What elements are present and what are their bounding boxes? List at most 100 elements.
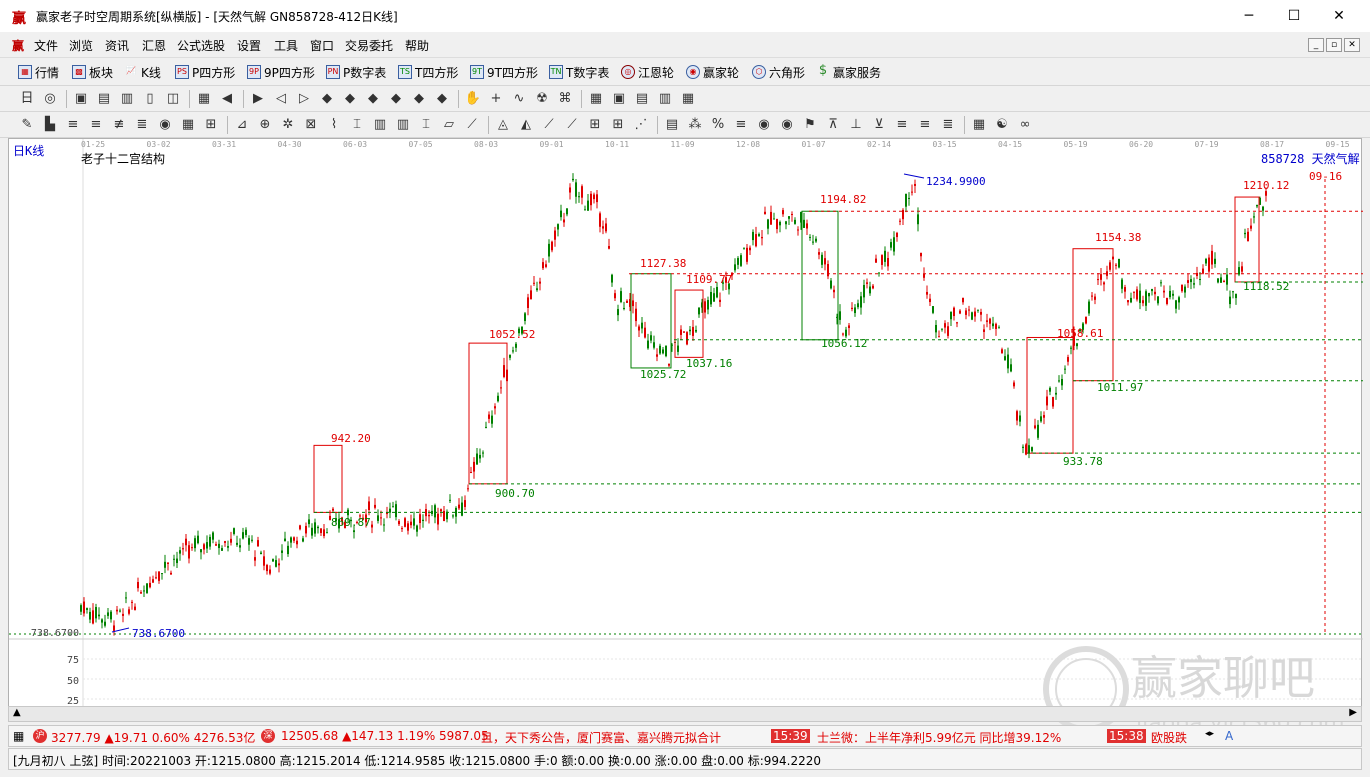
nav-tool-14-icon[interactable]: ◆ [364, 90, 382, 108]
draw-tool-2-icon[interactable]: ≡ [64, 116, 82, 134]
close-button[interactable]: ✕ [1316, 4, 1362, 28]
nav-tool-9-icon[interactable]: ▶ [249, 90, 267, 108]
nav-tool-7-icon[interactable]: ▦ [195, 90, 213, 108]
sector-button[interactable]: ▩ 板块 [72, 63, 113, 81]
nav-tool-18-icon[interactable]: ✋ [464, 90, 482, 108]
draw-tool-30-icon[interactable]: ≡ [732, 116, 750, 134]
t-square-button[interactable]: TS T四方形 [398, 63, 458, 81]
draw-tool-28-icon[interactable]: ⁂ [686, 116, 704, 134]
nav-tool-21-icon[interactable]: ☢ [533, 90, 551, 108]
draw-tool-38-icon[interactable]: ≡ [916, 116, 934, 134]
nav-tool-10-icon[interactable]: ◁ [272, 90, 290, 108]
nav-tool-23-icon[interactable]: ▦ [587, 90, 605, 108]
draw-tool-5-icon[interactable]: ≣ [133, 116, 151, 134]
p-square-button[interactable]: PS P四方形 [175, 63, 235, 81]
sz-index-quote[interactable]: 12505.68 ▲147.13 1.19% 5987.05 [281, 729, 489, 743]
draw-tool-17-icon[interactable]: ⌶ [417, 116, 435, 134]
nav-tool-6-icon[interactable]: ◫ [164, 90, 182, 108]
draw-tool-6-icon[interactable]: ◉ [156, 116, 174, 134]
draw-tool-18-icon[interactable]: ▱ [440, 116, 458, 134]
mdi-minimize-button[interactable]: _ [1308, 38, 1324, 52]
menu-window[interactable]: 窗口 [310, 37, 334, 54]
nav-tool-8-icon[interactable]: ◀ [218, 90, 236, 108]
draw-tool-13-icon[interactable]: ⌇ [325, 116, 343, 134]
draw-tool-24-icon[interactable]: ⊞ [586, 116, 604, 134]
draw-tool-34-icon[interactable]: ⊼ [824, 116, 842, 134]
draw-tool-27-icon[interactable]: ▤ [663, 116, 681, 134]
nav-tool-2-icon[interactable]: ▣ [72, 90, 90, 108]
9t-square-button[interactable]: 9T 9T四方形 [470, 63, 538, 81]
draw-tool-16-icon[interactable]: ▥ [394, 116, 412, 134]
nav-tool-17-icon[interactable]: ◆ [433, 90, 451, 108]
menu-file[interactable]: 文件 [34, 37, 58, 54]
nav-tool-27-icon[interactable]: ▦ [679, 90, 697, 108]
nav-tool-1-icon[interactable]: ◎ [41, 90, 59, 108]
draw-tool-19-icon[interactable]: ⟋ [463, 116, 481, 134]
news-ticker-2[interactable]: 士兰微：上半年净利5.99亿元 同比增39.12% [817, 729, 1061, 746]
draw-tool-7-icon[interactable]: ▦ [179, 116, 197, 134]
mdi-restore-button[interactable]: ▫ [1326, 38, 1342, 52]
quote-button[interactable]: ▦ 行情 [18, 63, 59, 81]
draw-tool-41-icon[interactable]: ☯ [993, 116, 1011, 134]
draw-tool-1-icon[interactable]: ▙ [41, 116, 59, 134]
nav-tool-15-icon[interactable]: ◆ [387, 90, 405, 108]
kline-chart[interactable]: 01-25 03-02 03-31 04-30 06-03 07-05 08-03 09-01… [9, 139, 1363, 707]
menu-formula[interactable]: 公式选股 [177, 37, 225, 54]
draw-tool-40-icon[interactable]: ▦ [970, 116, 988, 134]
menu-trade[interactable]: 交易委托 [345, 37, 393, 54]
scroll-right-arrow-icon[interactable]: ▶ [1349, 707, 1357, 718]
draw-tool-15-icon[interactable]: ▥ [371, 116, 389, 134]
draw-tool-4-icon[interactable]: ≢ [110, 116, 128, 134]
draw-tool-9-icon[interactable]: ⊿ [233, 116, 251, 134]
kline-chart-panel[interactable]: 01-25 03-02 03-31 04-30 06-03 07-05 08-03 09-01… [8, 138, 1363, 736]
draw-tool-39-icon[interactable]: ≣ [939, 116, 957, 134]
draw-tool-3-icon[interactable]: ≡ [87, 116, 105, 134]
draw-tool-42-icon[interactable]: ∞ [1016, 116, 1034, 134]
scroll-up-down-icon[interactable]: ◂▸ [1205, 729, 1214, 739]
menu-app-icon[interactable]: 赢 [12, 37, 24, 54]
nav-tool-5-icon[interactable]: ▯ [141, 90, 159, 108]
nav-tool-26-icon[interactable]: ▥ [656, 90, 674, 108]
menu-browse[interactable]: 浏览 [69, 37, 93, 54]
menu-settings[interactable]: 设置 [237, 37, 261, 54]
gann-wheel-button[interactable]: ◎ 江恩轮 [621, 63, 674, 81]
draw-tool-35-icon[interactable]: ⊥ [847, 116, 865, 134]
draw-tool-31-icon[interactable]: ◉ [755, 116, 773, 134]
sh-index-quote[interactable]: 3277.79 ▲19.71 0.60% 4276.53亿 [51, 729, 255, 746]
grid-menu-icon[interactable]: ▦ [13, 729, 24, 743]
draw-tool-36-icon[interactable]: ⊻ [870, 116, 888, 134]
news-ticker-1[interactable]: 且，天下秀公告，厦门赛富、嘉兴腾元拟合计 [481, 729, 721, 746]
9p-square-button[interactable]: 9P 9P四方形 [247, 63, 315, 81]
nav-tool-22-icon[interactable]: ⌘ [556, 90, 574, 108]
draw-tool-12-icon[interactable]: ⊠ [302, 116, 320, 134]
draw-tool-32-icon[interactable]: ◉ [778, 116, 796, 134]
kline-button[interactable]: 📈 K线 [124, 63, 161, 81]
draw-tool-23-icon[interactable]: ⟋ [563, 116, 581, 134]
winner-wheel-button[interactable]: ◉ 赢家轮 [686, 63, 739, 81]
nav-tool-16-icon[interactable]: ◆ [410, 90, 428, 108]
nav-tool-25-icon[interactable]: ▤ [633, 90, 651, 108]
nav-tool-20-icon[interactable]: ∿ [510, 90, 528, 108]
winner-service-button[interactable]: $ 赢家服务 [816, 63, 881, 81]
menu-info[interactable]: 资讯 [105, 37, 129, 54]
nav-tool-0-icon[interactable]: 日 [18, 90, 36, 108]
draw-tool-10-icon[interactable]: ⊕ [256, 116, 274, 134]
draw-tool-8-icon[interactable]: ⊞ [202, 116, 220, 134]
draw-tool-25-icon[interactable]: ⊞ [609, 116, 627, 134]
draw-tool-14-icon[interactable]: ⌶ [348, 116, 366, 134]
draw-tool-11-icon[interactable]: ✲ [279, 116, 297, 134]
draw-tool-26-icon[interactable]: ⋰ [632, 116, 650, 134]
maximize-button[interactable]: ☐ [1271, 4, 1317, 28]
scroll-left-arrow-icon[interactable]: ▲ [13, 707, 21, 718]
menu-help[interactable]: 帮助 [405, 37, 429, 54]
draw-tool-20-icon[interactable]: ◬ [494, 116, 512, 134]
nav-tool-4-icon[interactable]: ▥ [118, 90, 136, 108]
horizontal-scrollbar[interactable]: ▲ ▶ [8, 706, 1362, 722]
minimize-button[interactable]: ─ [1226, 4, 1272, 28]
news-ticker-3[interactable]: 欧股跌 [1151, 729, 1187, 746]
menu-gann[interactable]: 汇恩 [142, 37, 166, 54]
nav-tool-24-icon[interactable]: ▣ [610, 90, 628, 108]
nav-tool-3-icon[interactable]: ▤ [95, 90, 113, 108]
t-number-table-button[interactable]: TN T数字表 [549, 63, 609, 81]
draw-tool-21-icon[interactable]: ◭ [517, 116, 535, 134]
